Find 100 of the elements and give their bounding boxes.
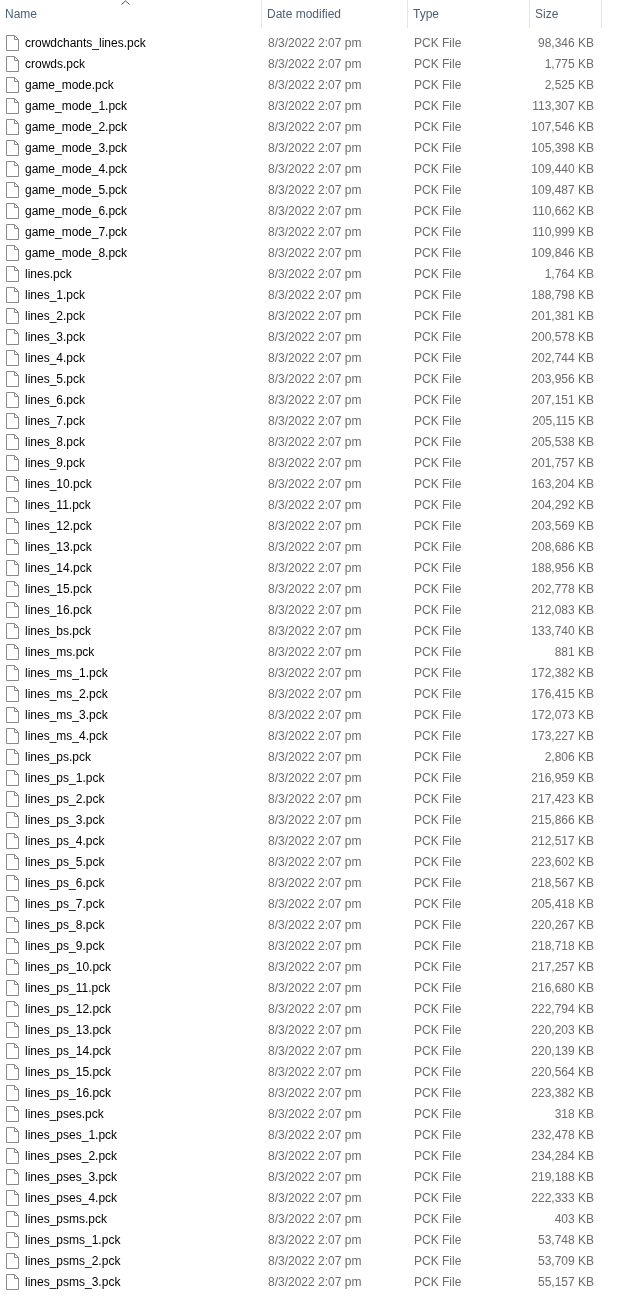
file-name[interactable]: lines_ps_8.pck — [25, 915, 105, 934]
date-modified: 8/3/2022 2:07 pm — [268, 1064, 362, 1079]
file-name[interactable]: lines_bs.pck — [25, 621, 92, 640]
file-name[interactable]: crowdchants_lines.pck — [25, 33, 146, 52]
column-header[interactable]: Name — [5, 5, 37, 23]
file-size: 109,846 KB — [531, 245, 594, 260]
file-type: PCK File — [414, 770, 462, 785]
file-name[interactable]: game_mode_1.pck — [25, 96, 128, 115]
file-name[interactable]: lines_psms_1.pck — [25, 1230, 121, 1249]
file-name[interactable]: lines_pses_2.pck — [25, 1146, 118, 1165]
column-header[interactable]: Date modified — [267, 5, 342, 23]
file-icon — [6, 412, 19, 429]
file-name[interactable]: lines_11.pck — [25, 495, 91, 514]
file-name[interactable]: lines_12.pck — [25, 516, 92, 535]
file-name[interactable]: lines_15.pck — [25, 579, 92, 598]
file-name[interactable]: lines_8.pck — [25, 432, 86, 451]
column-header[interactable]: Size — [535, 5, 559, 23]
file-name[interactable]: lines_ps_15.pck — [25, 1062, 112, 1081]
file-icon — [6, 706, 19, 723]
file-name[interactable]: lines_ps_11.pck — [25, 978, 111, 997]
file-name[interactable]: lines_ps_5.pck — [25, 852, 105, 871]
date-modified: 8/3/2022 2:07 pm — [268, 224, 362, 239]
file-size: 163,204 KB — [531, 476, 594, 491]
file-name[interactable]: lines_ps_9.pck — [25, 936, 105, 955]
date-modified: 8/3/2022 2:07 pm — [268, 1232, 362, 1247]
file-name[interactable]: lines_ps_13.pck — [25, 1020, 112, 1039]
file-size: 220,139 KB — [531, 1043, 594, 1058]
file-name[interactable]: lines_1.pck — [25, 285, 86, 304]
file-name[interactable]: lines_ps_10.pck — [25, 957, 112, 976]
column-header[interactable]: Type — [413, 5, 439, 23]
file-size: 220,203 KB — [531, 1022, 594, 1037]
file-name[interactable]: lines_pses_1.pck — [25, 1125, 118, 1144]
file-name[interactable]: lines_10.pck — [25, 474, 92, 493]
file-type: PCK File — [414, 959, 462, 974]
file-name[interactable]: game_mode_8.pck — [25, 243, 128, 262]
file-name[interactable]: lines_14.pck — [25, 558, 92, 577]
file-name[interactable]: lines_psms_2.pck — [25, 1251, 121, 1270]
file-name[interactable]: lines_ms_2.pck — [25, 684, 108, 703]
file-size: 2,525 KB — [544, 77, 594, 92]
file-name[interactable]: lines_ms_3.pck — [25, 705, 108, 724]
file-name[interactable]: lines_ms_4.pck — [25, 726, 108, 745]
file-type: PCK File — [414, 1169, 462, 1184]
file-size: 109,487 KB — [531, 182, 594, 197]
file-name[interactable]: lines_ps_3.pck — [25, 810, 105, 829]
file-name[interactable]: lines_16.pck — [25, 600, 92, 619]
date-modified: 8/3/2022 2:07 pm — [268, 1085, 362, 1100]
file-name[interactable]: game_mode_5.pck — [25, 180, 128, 199]
file-name[interactable]: lines_2.pck — [25, 306, 86, 325]
file-icon — [6, 76, 19, 93]
file-name[interactable]: lines_ps_14.pck — [25, 1041, 112, 1060]
file-name[interactable]: lines_ps_6.pck — [25, 873, 105, 892]
file-name[interactable]: crowds.pck — [25, 54, 86, 73]
file-name[interactable]: lines_ps_4.pck — [25, 831, 105, 850]
date-modified: 8/3/2022 2:07 pm — [268, 413, 362, 428]
file-name[interactable]: lines_psms.pck — [25, 1209, 108, 1228]
file-name[interactable]: game_mode_7.pck — [25, 222, 128, 241]
file-name[interactable]: lines_ms.pck — [25, 642, 95, 661]
file-name[interactable]: lines_13.pck — [25, 537, 92, 556]
file-type: PCK File — [414, 812, 462, 827]
file-name[interactable]: lines_pses_3.pck — [25, 1167, 118, 1186]
file-name[interactable]: lines_3.pck — [25, 327, 86, 346]
file-name[interactable]: game_mode_3.pck — [25, 138, 128, 157]
file-name[interactable]: lines_ps_7.pck — [25, 894, 105, 913]
file-name[interactable]: lines_9.pck — [25, 453, 86, 472]
file-type: PCK File — [414, 1253, 462, 1268]
file-name[interactable]: lines_pses.pck — [25, 1104, 104, 1123]
file-icon — [6, 1231, 19, 1248]
file-name[interactable]: lines_4.pck — [25, 348, 86, 367]
file-size: 216,680 KB — [531, 980, 594, 995]
file-name[interactable]: lines_6.pck — [25, 390, 86, 409]
file-icon — [6, 328, 19, 345]
file-name[interactable]: lines_ps_12.pck — [25, 999, 112, 1018]
file-name[interactable]: game_mode_2.pck — [25, 117, 128, 136]
file-name[interactable]: lines_pses_4.pck — [25, 1188, 118, 1207]
file-name[interactable]: lines_ps_2.pck — [25, 789, 105, 808]
file-icon — [6, 958, 19, 975]
file-type: PCK File — [414, 623, 462, 638]
file-name[interactable]: lines_psms_3.pck — [25, 1272, 121, 1291]
file-name[interactable]: lines_ms_1.pck — [25, 663, 108, 682]
file-icon — [6, 391, 19, 408]
file-name[interactable]: lines_7.pck — [25, 411, 86, 430]
file-name[interactable]: game_mode.pck — [25, 75, 114, 94]
date-modified: 8/3/2022 2:07 pm — [268, 1253, 362, 1268]
file-size: 173,227 KB — [531, 728, 594, 743]
file-name[interactable]: game_mode_4.pck — [25, 159, 128, 178]
file-name[interactable]: lines_ps.pck — [25, 747, 92, 766]
file-size: 220,267 KB — [531, 917, 594, 932]
file-name[interactable]: lines_ps_1.pck — [25, 768, 105, 787]
file-name[interactable]: lines_5.pck — [25, 369, 86, 388]
file-icon — [6, 1147, 19, 1164]
file-type: PCK File — [414, 329, 462, 344]
file-name[interactable]: game_mode_6.pck — [25, 201, 128, 220]
file-size: 110,662 KB — [532, 203, 594, 218]
file-type: PCK File — [414, 749, 462, 764]
date-modified: 8/3/2022 2:07 pm — [268, 749, 362, 764]
file-name[interactable]: lines.pck — [25, 264, 72, 283]
file-type: PCK File — [414, 1148, 462, 1163]
file-name[interactable]: lines_ps_16.pck — [25, 1083, 112, 1102]
file-type: PCK File — [414, 875, 462, 890]
date-modified: 8/3/2022 2:07 pm — [268, 266, 362, 281]
